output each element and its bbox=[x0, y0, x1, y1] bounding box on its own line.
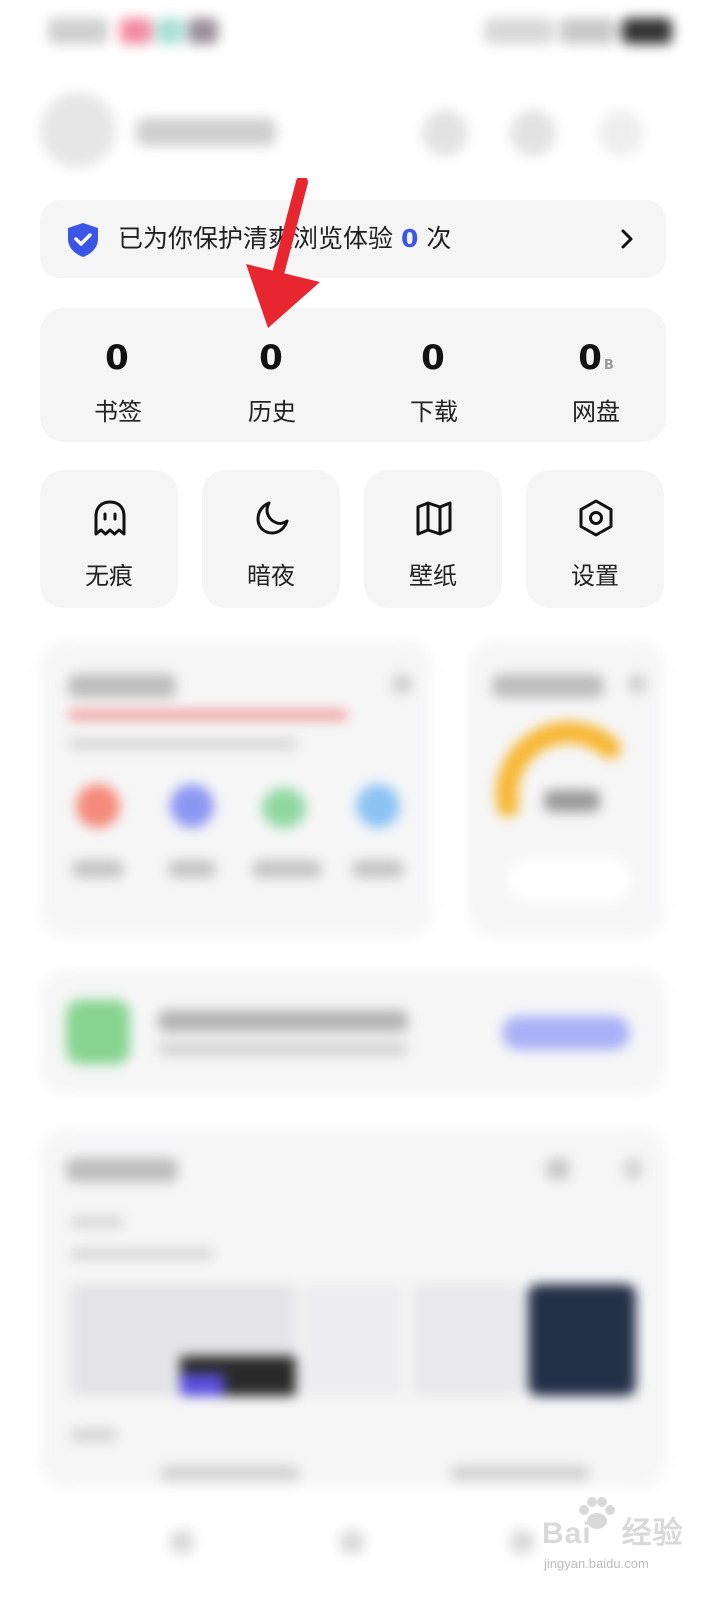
card-more-icon bbox=[392, 674, 412, 694]
promo-subtitle-blur bbox=[158, 1042, 408, 1056]
card-action-icon bbox=[546, 1158, 570, 1180]
map-book-icon bbox=[416, 501, 452, 536]
watermark-brand-chinese: 经验 bbox=[621, 1517, 684, 1550]
status-notification-icon bbox=[120, 18, 152, 44]
avatar[interactable] bbox=[40, 92, 116, 168]
watermark-brand: Bai 经验 bbox=[542, 1508, 684, 1552]
profile-header bbox=[0, 80, 720, 180]
stat-label: 网盘 bbox=[572, 398, 620, 426]
status-notification-icon bbox=[156, 18, 184, 44]
stat-label: 历史 bbox=[248, 398, 296, 426]
stat-label: 下载 bbox=[410, 398, 458, 426]
recent-card bbox=[40, 640, 432, 938]
site-icon bbox=[76, 784, 120, 828]
card-title-blur bbox=[492, 674, 604, 698]
signal-icon bbox=[484, 18, 554, 44]
tool-label: 设置 bbox=[571, 562, 619, 590]
stat-number: 0 bbox=[421, 338, 445, 378]
protect-text-suffix: 次 bbox=[426, 224, 452, 253]
feed-card bbox=[40, 1128, 666, 1488]
status-time-blur bbox=[48, 18, 108, 44]
tool-label: 无痕 bbox=[85, 562, 133, 590]
feed-thumbnail bbox=[302, 1284, 402, 1396]
stat-cloud-drive[interactable]: 0B 网盘 bbox=[518, 308, 674, 442]
folder-icon bbox=[66, 1000, 130, 1064]
promo-card bbox=[40, 970, 666, 1094]
username-blur[interactable] bbox=[136, 118, 276, 146]
watermark-brand-latin: Bai bbox=[542, 1517, 592, 1550]
card-more-icon bbox=[624, 1158, 642, 1180]
stat-number: 0 bbox=[105, 338, 129, 378]
protect-banner[interactable]: 已为你保护清爽浏览体验 0 次 bbox=[40, 200, 666, 278]
tool-wallpaper[interactable]: 壁纸 bbox=[364, 470, 502, 608]
stat-unit: B bbox=[603, 358, 614, 373]
feed-thumbnail-accent bbox=[180, 1374, 224, 1396]
chevron-right-icon bbox=[621, 229, 633, 249]
feed-meta-blur bbox=[70, 1248, 214, 1260]
site-icon bbox=[170, 784, 214, 828]
feed-meta-blur bbox=[70, 1216, 124, 1228]
gauge-button-blur bbox=[508, 858, 632, 902]
annotation-arrow bbox=[246, 178, 320, 328]
stat-bookmarks[interactable]: 0 书签 bbox=[40, 308, 196, 442]
stat-value: 0 bbox=[40, 338, 196, 378]
feed-thumbnail-dark bbox=[528, 1284, 636, 1396]
tool-settings[interactable]: 设置 bbox=[526, 470, 664, 608]
battery-icon bbox=[622, 18, 672, 44]
feed-thumbnail bbox=[412, 1284, 522, 1396]
site-label-blur bbox=[168, 860, 216, 878]
stat-label: 书签 bbox=[94, 398, 142, 426]
promo-title-blur bbox=[158, 1010, 408, 1032]
site-icon bbox=[356, 784, 400, 828]
card-progress-blur bbox=[68, 710, 348, 720]
more-icon[interactable] bbox=[598, 110, 644, 156]
ghost-icon bbox=[94, 500, 126, 536]
protect-count: 0 bbox=[401, 224, 419, 253]
stat-downloads[interactable]: 0 下载 bbox=[356, 308, 512, 442]
nav-back-icon[interactable] bbox=[170, 1530, 194, 1554]
site-label-blur bbox=[352, 860, 404, 878]
tool-night-mode[interactable]: 暗夜 bbox=[202, 470, 340, 608]
stats-panel: 0 书签 0 历史 0 下载 0B 网盘 bbox=[40, 308, 666, 442]
shield-icon bbox=[68, 223, 98, 257]
stat-number: 0 bbox=[578, 338, 602, 378]
tool-label: 壁纸 bbox=[409, 562, 457, 590]
feed-meta-blur bbox=[450, 1466, 590, 1480]
tool-incognito[interactable]: 无痕 bbox=[40, 470, 178, 608]
site-icon bbox=[262, 788, 306, 828]
site-label-blur bbox=[72, 860, 124, 878]
stat-value: 0B bbox=[518, 338, 674, 378]
gauge-value-blur bbox=[544, 790, 600, 812]
stat-value: 0 bbox=[356, 338, 512, 378]
status-notification-icon bbox=[188, 18, 218, 44]
watermark-site: jingyan.baidu.com bbox=[544, 1556, 649, 1571]
stat-number: 0 bbox=[259, 338, 283, 378]
feed-meta-blur bbox=[160, 1466, 300, 1480]
card-title-blur bbox=[66, 1158, 178, 1182]
watermark: Bai 经验 jingyan.baidu.com bbox=[536, 1496, 706, 1586]
scan-icon[interactable] bbox=[422, 110, 468, 156]
feed-meta-blur bbox=[70, 1428, 118, 1442]
wifi-icon bbox=[560, 18, 616, 44]
nav-tabs-icon[interactable] bbox=[510, 1530, 534, 1554]
tool-label: 暗夜 bbox=[247, 562, 295, 590]
site-label-blur bbox=[252, 860, 322, 878]
gauge-card bbox=[468, 640, 664, 938]
message-icon[interactable] bbox=[510, 110, 556, 156]
gauge-icon bbox=[495, 721, 621, 817]
nav-home-icon[interactable] bbox=[340, 1530, 364, 1554]
status-bar bbox=[0, 0, 720, 60]
promo-button-blur bbox=[502, 1016, 630, 1050]
card-subtitle-blur bbox=[68, 738, 298, 750]
card-title-blur bbox=[68, 674, 176, 698]
stat-value: 0 bbox=[194, 338, 350, 378]
hexagon-settings-icon bbox=[579, 499, 613, 537]
card-more-icon bbox=[628, 674, 646, 694]
moon-icon bbox=[256, 501, 289, 535]
